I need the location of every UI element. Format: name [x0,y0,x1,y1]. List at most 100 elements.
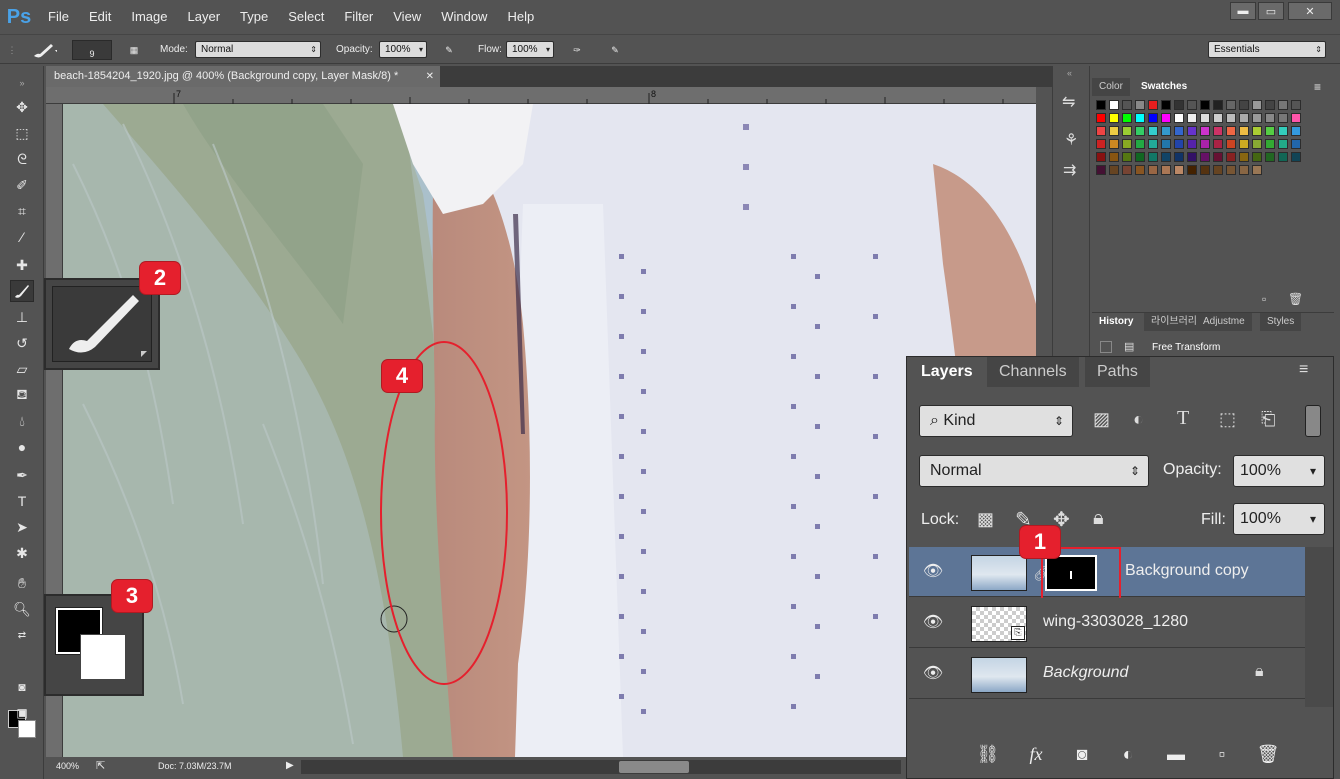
lock-all-icon[interactable]: 🔒︎ [1093,507,1104,530]
swatch-cell[interactable] [1265,126,1275,136]
swatch-cell[interactable] [1148,100,1158,110]
swatch-cell[interactable] [1239,100,1249,110]
crop-tool-icon[interactable]: ⌗ [10,200,34,222]
menu-window[interactable]: Window [431,0,497,34]
swatch-cell[interactable] [1213,165,1223,175]
swatch-cell[interactable] [1109,126,1119,136]
filter-shape-icon[interactable]: ⬚ [1219,409,1236,430]
swatch-cell[interactable] [1291,152,1301,162]
swatch-cell[interactable] [1161,165,1171,175]
adjustment-layer-icon[interactable]: ◐ [1115,741,1141,767]
zoom-tool-icon[interactable]: 🔍︎ [10,598,34,620]
swatch-cell[interactable] [1161,139,1171,149]
workspace-dropdown[interactable]: Essentials ⇕ [1208,41,1326,58]
new-layer-icon[interactable]: ▫ [1209,741,1235,767]
layer-row-wing[interactable]: 👁︎ ⎘ wing-3303028_1280 [909,598,1305,648]
swatch-cell[interactable] [1200,113,1210,123]
swatch-cell[interactable] [1109,152,1119,162]
menu-image[interactable]: Image [121,0,177,34]
collapse-panel-icon[interactable]: » [10,72,34,94]
swatch-cell[interactable] [1135,113,1145,123]
new-swatch-icon[interactable]: ▫ [1262,292,1266,306]
canvas-image[interactable] [63,104,1036,757]
swatch-cell[interactable] [1239,126,1249,136]
swatch-cell[interactable] [1161,113,1171,123]
swatch-cell[interactable] [1278,139,1288,149]
pressure-opacity-icon[interactable]: ✎ [438,40,460,60]
swatch-cell[interactable] [1226,126,1236,136]
swatch-cell[interactable] [1148,139,1158,149]
swatch-cell[interactable] [1174,113,1184,123]
swatch-cell[interactable] [1252,113,1262,123]
menu-help[interactable]: Help [497,0,544,34]
swatch-cell[interactable] [1122,139,1132,149]
menu-edit[interactable]: Edit [79,0,121,34]
clone-source-icon[interactable]: ⚘ [1064,130,1078,150]
swatch-cell[interactable] [1135,126,1145,136]
swatch-cell[interactable] [1200,100,1210,110]
filter-pixel-icon[interactable]: ▨ [1093,409,1110,430]
menu-filter[interactable]: Filter [334,0,383,34]
screen-mode-icon[interactable]: ▣ [10,702,34,724]
tab-styles[interactable]: Styles [1260,313,1302,331]
swatch-cell[interactable] [1096,126,1106,136]
document-tab[interactable]: beach-1854204_1920.jpg @ 400% (Backgroun… [46,66,440,87]
layers-scrollbar[interactable] [1305,547,1333,707]
airbrush-icon[interactable]: ✑ [566,40,588,60]
menu-layer[interactable]: Layer [178,0,231,34]
menu-file[interactable]: File [38,0,79,34]
swatch-cell[interactable] [1200,139,1210,149]
mode-dropdown[interactable]: Normal ⇕ [195,41,321,58]
swatch-cell[interactable] [1174,126,1184,136]
visibility-eye-icon[interactable]: 👁︎ [921,612,945,632]
layer-name[interactable]: Background copy [1125,562,1249,580]
close-tab-icon[interactable]: ✕ [426,66,434,87]
swatch-cell[interactable] [1200,152,1210,162]
new-group-icon[interactable]: ▬ [1163,741,1189,767]
tab-swatches[interactable]: Swatches [1134,78,1195,96]
swatch-cell[interactable] [1174,139,1184,149]
history-checkbox[interactable] [1100,341,1112,353]
swatch-cell[interactable] [1213,139,1223,149]
export-icon[interactable]: ⇱ [96,759,105,772]
swatch-cell[interactable] [1291,139,1301,149]
swatch-cell[interactable] [1148,126,1158,136]
swatch-cell[interactable] [1213,152,1223,162]
visibility-eye-icon[interactable]: 👁︎ [921,663,945,683]
swatch-cell[interactable] [1265,100,1275,110]
swatch-cell[interactable] [1213,126,1223,136]
filter-type-icon[interactable]: T [1177,407,1189,430]
swatch-cell[interactable] [1226,152,1236,162]
swatch-cell[interactable] [1161,100,1171,110]
layer-opacity-field[interactable]: 100% ▾ [1233,455,1325,487]
swatch-cell[interactable] [1239,113,1249,123]
type-tool-icon[interactable]: T [10,490,34,512]
swatch-cell[interactable] [1291,126,1301,136]
filter-adjustment-icon[interactable]: ◐ [1133,409,1144,430]
brush-panel-toggle-icon[interactable]: ▦ [124,40,144,60]
background-color-large[interactable] [80,634,126,680]
brush-size-picker[interactable]: 9 [72,40,112,60]
swatch-cell[interactable] [1226,100,1236,110]
collapse-icon[interactable]: « [1067,68,1072,78]
swatch-cell[interactable] [1148,152,1158,162]
path-select-tool-icon[interactable]: ➤ [10,516,34,538]
swatch-cell[interactable] [1278,126,1288,136]
tab-adjustments[interactable]: Adjustme [1196,313,1252,331]
swatch-cell[interactable] [1135,139,1145,149]
swatch-cell[interactable] [1174,100,1184,110]
swatch-cell[interactable] [1252,139,1262,149]
swatch-cell[interactable] [1278,113,1288,123]
swatch-cell[interactable] [1226,165,1236,175]
brush-preset-icon[interactable] [24,40,64,60]
swatch-cell[interactable] [1122,100,1132,110]
layer-row-background-copy[interactable]: 👁︎ 🔗︎ Background copy [909,547,1305,603]
hand-tool-icon[interactable]: ✋︎ [10,572,34,594]
pen-tool-icon[interactable]: ✒ [10,464,34,486]
swatch-cell[interactable] [1122,113,1132,123]
close-window-button[interactable]: ✕ [1288,2,1332,20]
swatch-cell[interactable] [1226,139,1236,149]
blur-tool-icon[interactable]: 💧︎ [10,410,34,432]
tab-layers[interactable]: Layers [909,357,985,387]
swatch-cell[interactable] [1148,165,1158,175]
